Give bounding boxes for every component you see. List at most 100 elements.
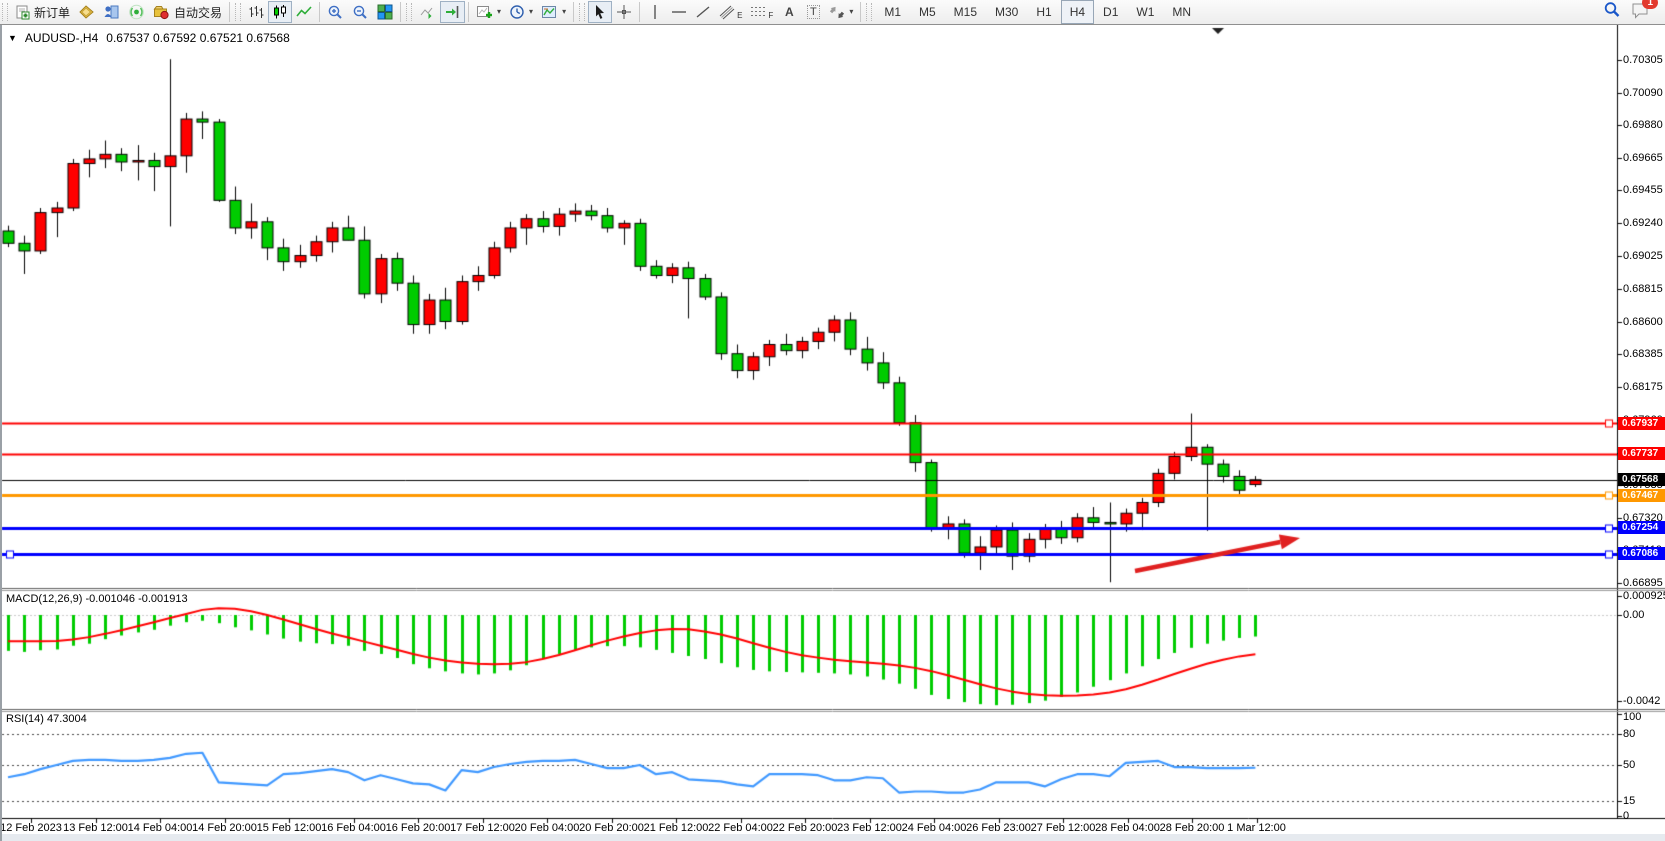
timeframe-button-mn[interactable]: MN (1163, 0, 1200, 24)
toolbar-grip[interactable] (866, 3, 872, 21)
toolbar-grip[interactable] (235, 3, 241, 21)
price-tick-label: 0.69880 (1623, 119, 1663, 131)
status-strip (0, 834, 1665, 841)
time-tick-label: 23 Feb 12:00 (837, 822, 902, 834)
time-tick-label: 20 Feb 04:00 (515, 822, 580, 834)
fibonacci-tool-button[interactable]: F (746, 1, 777, 23)
zoom-in-button[interactable] (323, 1, 348, 23)
trendline-icon (695, 4, 711, 20)
time-tick-label: 14 Feb 20:00 (192, 822, 257, 834)
templates-button[interactable]: ▾ (537, 1, 570, 23)
equidistant-channel-tool-button[interactable]: E (715, 1, 746, 23)
vertical-line-icon (650, 4, 660, 20)
crosshair-tool-button[interactable] (612, 1, 636, 23)
new-order-button[interactable]: 新订单 (11, 1, 74, 23)
text-label-tool-button[interactable]: T (801, 1, 825, 23)
channel-letter: E (737, 11, 742, 20)
main-toolbar: 新订单 自动交易 (0, 0, 1665, 25)
text-tool-button[interactable]: A (777, 1, 801, 23)
tile-windows-icon (377, 4, 393, 20)
zoom-out-button[interactable] (348, 1, 373, 23)
chart-symbol-label: AUDUSD-,H4 (25, 31, 98, 45)
arrows-tool-button[interactable]: ▾ (825, 1, 857, 23)
data-window-button[interactable] (99, 1, 124, 23)
time-tick-label: 12 Feb 2023 (0, 822, 62, 834)
time-tick-label: 21 Feb 12:00 (644, 822, 709, 834)
chevron-down-icon[interactable]: ▾ (529, 8, 533, 16)
price-badge-0.67737: 0.67737 (1618, 447, 1665, 460)
macd-tick-label: 0.000925 (1623, 590, 1665, 602)
channel-icon (719, 4, 735, 20)
price-badge-0.67467: 0.67467 (1618, 489, 1665, 502)
vertical-line-tool-button[interactable] (643, 1, 667, 23)
toolbar-separator (639, 2, 640, 22)
horizontal-line-tool-button[interactable] (667, 1, 691, 23)
bar-chart-type-button[interactable] (244, 1, 268, 23)
template-icon (541, 4, 558, 20)
toolbar-grip[interactable] (406, 3, 412, 21)
timeframe-button-h1[interactable]: H1 (1027, 0, 1060, 24)
timeframe-button-m5[interactable]: M5 (910, 0, 945, 24)
tile-windows-button[interactable] (373, 1, 397, 23)
time-tick-label: 15 Feb 12:00 (257, 822, 322, 834)
indicators-button[interactable]: ▾ (472, 1, 505, 23)
price-tick-label: 0.66895 (1623, 577, 1663, 589)
chevron-down-icon[interactable]: ▾ (562, 8, 566, 16)
search-icon[interactable] (1603, 1, 1621, 23)
time-tick-label: 16 Feb 04:00 (321, 822, 386, 834)
line-chart-type-button[interactable] (292, 1, 316, 23)
toolbar-grip[interactable] (579, 3, 585, 21)
symbol-dropdown-icon[interactable]: ▼ (8, 33, 17, 43)
new-order-icon (15, 5, 30, 20)
price-tick-label: 0.69665 (1623, 152, 1663, 164)
time-tick-label: 27 Feb 12:00 (1031, 822, 1096, 834)
time-tick-label: 24 Feb 04:00 (902, 822, 967, 834)
mt4-terminal-window: 新订单 自动交易 (0, 0, 1665, 841)
cursor-icon (593, 4, 607, 20)
autotrading-icon (153, 4, 170, 20)
candlestick-chart-type-button[interactable] (268, 1, 292, 23)
timeframe-button-d1[interactable]: D1 (1094, 0, 1127, 24)
time-tick-label: 20 Feb 20:00 (579, 822, 644, 834)
timeframe-button-m15[interactable]: M15 (945, 0, 986, 24)
time-tick-label: 28 Feb 20:00 (1160, 822, 1225, 834)
price-tick-label: 0.70305 (1623, 54, 1663, 66)
timeframe-button-m30[interactable]: M30 (986, 0, 1027, 24)
timeframe-button-m1[interactable]: M1 (875, 0, 910, 24)
navigator-button[interactable] (124, 1, 149, 23)
new-order-label: 新订单 (34, 4, 70, 21)
auto-scroll-icon (419, 4, 436, 20)
price-tick-label: 0.68385 (1623, 348, 1663, 360)
toolbar-grip[interactable] (2, 3, 8, 21)
timeframe-button-h4[interactable]: H4 (1061, 0, 1094, 24)
auto-scroll-button[interactable] (415, 1, 440, 23)
cursor-tool-button[interactable] (588, 1, 612, 23)
price-badge-0.67254: 0.67254 (1618, 521, 1665, 534)
text-label-icon: T (807, 5, 820, 19)
crosshair-icon (616, 4, 632, 20)
rsi-tick-label: 0 (1623, 810, 1629, 822)
chevron-down-icon[interactable]: ▾ (497, 8, 501, 16)
time-tick-label: 22 Feb 20:00 (773, 822, 838, 834)
chevron-down-icon[interactable]: ▾ (849, 8, 853, 16)
timeframe-button-w1[interactable]: W1 (1127, 0, 1163, 24)
signal-icon (128, 4, 145, 20)
macd-values: -0.001046 -0.001913 (85, 593, 187, 605)
chart-canvas[interactable] (0, 25, 1665, 841)
price-tick-label: 0.68175 (1623, 381, 1663, 393)
rsi-tick-label: 100 (1623, 711, 1641, 723)
notifications-button[interactable]: 1 (1631, 1, 1651, 24)
trendline-tool-button[interactable] (691, 1, 715, 23)
autotrading-button[interactable]: 自动交易 (149, 1, 226, 23)
macd-tick-label: 0.00 (1623, 609, 1644, 621)
rsi-tick-label: 80 (1623, 728, 1635, 740)
rsi-tick-label: 50 (1623, 759, 1635, 771)
market-watch-button[interactable] (74, 1, 99, 23)
toolbar-separator (468, 2, 469, 22)
toolbar-separator (400, 2, 401, 22)
chart-ohlc-values: 0.67537 0.67592 0.67521 0.67568 (106, 31, 290, 45)
periods-button[interactable]: ▾ (505, 1, 537, 23)
fibonacci-icon (750, 4, 766, 20)
toolbar-separator (573, 2, 574, 22)
chart-shift-button[interactable] (440, 1, 465, 23)
